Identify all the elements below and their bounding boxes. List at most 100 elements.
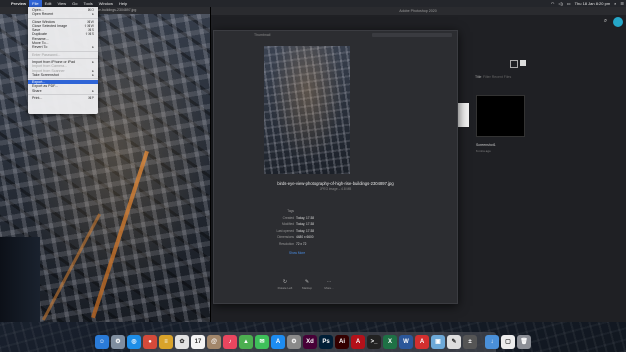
recent-file-name: Screenshot1 — [476, 143, 496, 147]
menu-help[interactable]: Help — [116, 0, 130, 7]
file-menu-dropdown: Open... ⌘O Open Recent ▸ Close Window ⌘W Close… — [28, 7, 98, 114]
info-action-button[interactable]: ↻ Rotate Left — [274, 279, 296, 290]
menu-item-shortcut: ▸ — [92, 12, 94, 17]
chrome-icon[interactable]: ● — [143, 335, 157, 349]
volume-icon[interactable]: ◁) — [558, 0, 562, 7]
trash-icon[interactable]: 🗑 — [517, 335, 531, 349]
document-icon[interactable]: ▢ — [501, 335, 515, 349]
info-action-icon: ↻ — [282, 279, 288, 285]
file-menu-item[interactable]: Share ▸ — [28, 89, 98, 93]
menu-item-label: Enter Password... — [32, 52, 61, 57]
photoshop-title: Adobe Photoshop 2020 — [210, 7, 626, 15]
file-info-panel: Thumbnail birds-eye-view-photography-of-… — [213, 30, 458, 304]
file-menu-item[interactable]: Revert To ▸ — [28, 45, 98, 49]
launchpad-icon[interactable]: ⚙ — [111, 335, 125, 349]
menu-go[interactable]: Go — [69, 0, 80, 7]
menu-file[interactable]: File — [29, 0, 42, 7]
menu-item-label: Share — [32, 88, 42, 93]
calendar-icon[interactable]: 17 — [191, 335, 205, 349]
menu-view[interactable]: View — [54, 0, 69, 7]
menu-edit[interactable]: Edit — [42, 0, 55, 7]
finder-icon[interactable]: ☺ — [95, 335, 109, 349]
calculator-icon[interactable]: ± — [463, 335, 477, 349]
menu-item-label: Revert To — [32, 45, 48, 50]
notes-icon[interactable]: ≡ — [159, 335, 173, 349]
info-row-key: Modified — [281, 222, 294, 226]
list-view-icon[interactable] — [510, 60, 518, 68]
file-menu-item[interactable]: Take Screenshot ▸ — [28, 73, 98, 77]
info-row-value: Today, 17:38 — [296, 222, 315, 226]
info-row-key: Last opened — [276, 228, 294, 233]
title-sort-label[interactable]: Title — [475, 75, 481, 79]
textedit-icon[interactable]: ✎ — [447, 335, 461, 349]
menu-separator — [28, 94, 98, 96]
menu-item-shortcut: ⌘P — [88, 96, 94, 101]
pdf-reader-icon[interactable]: A — [415, 335, 429, 349]
messages-icon[interactable]: ✉ — [255, 335, 269, 349]
file-menu-item: Enter Password... — [28, 53, 98, 57]
preview-icon[interactable]: ▣ — [431, 335, 445, 349]
filter-input[interactable]: Filter Recent Files — [483, 75, 511, 79]
image-preview — [264, 46, 350, 174]
notification-center-icon[interactable]: ☰ — [620, 0, 624, 7]
info-row: Last opened Today, 17:38 — [274, 229, 394, 233]
info-action-button[interactable]: ✎ Markup — [296, 279, 318, 290]
maps-icon[interactable]: ▲ — [239, 335, 253, 349]
menu-separator — [28, 78, 98, 80]
adobe-xd-icon[interactable]: Xd — [303, 335, 317, 349]
clock[interactable]: Thu 18 Jan 8:20 pm — [575, 0, 611, 7]
menu-item-label: Take Screenshot — [32, 72, 59, 77]
info-action-icon: ✎ — [304, 279, 310, 285]
menu-item-label: Print... — [32, 96, 43, 101]
info-row-value: Today, 17:38 — [296, 215, 315, 220]
menu-separator — [28, 57, 98, 59]
downloads-icon[interactable]: ↓ — [485, 335, 499, 349]
menu-separator — [28, 17, 98, 19]
wifi-icon[interactable]: ◠ — [551, 0, 555, 7]
waterfront — [0, 237, 40, 322]
menu-separator — [28, 50, 98, 52]
file-menu-item[interactable]: Open Recent ▸ — [28, 12, 98, 16]
excel-icon[interactable]: X — [383, 335, 397, 349]
word-icon[interactable]: W — [399, 335, 413, 349]
recent-file-thumbnail[interactable] — [476, 95, 525, 137]
app-store-icon[interactable]: A — [271, 335, 285, 349]
menu-item-shortcut: ⇧⌘S — [84, 32, 94, 37]
menu-window[interactable]: Window — [96, 0, 116, 7]
menu-app-name[interactable]: Preview — [8, 0, 29, 7]
info-action-label: Rotate Left — [277, 286, 293, 290]
status-area: ◠ ◁) ▭ Thu 18 Jan 8:20 pm ⌕ ☰ — [551, 0, 624, 7]
illustrator-icon[interactable]: Ai — [335, 335, 349, 349]
search-icon[interactable]: ⌕ — [601, 17, 610, 26]
profile-avatar[interactable] — [613, 17, 623, 27]
photoshop-icon[interactable]: Ps — [319, 335, 333, 349]
photos-icon[interactable]: ✿ — [175, 335, 189, 349]
show-more-link[interactable]: Show More — [289, 251, 305, 255]
info-action-icon: ⋯ — [326, 279, 332, 285]
info-search-field[interactable] — [372, 33, 452, 37]
itunes-icon[interactable]: ♪ — [223, 335, 237, 349]
info-action-label: More... — [324, 286, 334, 290]
info-row-key: Dimensions — [277, 235, 294, 239]
acrobat-icon[interactable]: A — [351, 335, 365, 349]
dock: ☺ ⚙ ◎ ● ≡ ✿ 17 @ ♪ ▲ ✉ A ⚙ Xd Ps Ai A >_ X W A ▣ ✎ ± ↓ ▢ 🗑 — [95, 332, 531, 352]
system-preferences-icon[interactable]: ⚙ — [287, 335, 301, 349]
info-file-type: JPEG image – 4.8 MB — [319, 187, 352, 191]
info-row: Dimensions 4480 x 6600 — [274, 235, 394, 239]
info-row: Created Today, 17:38 — [274, 216, 394, 220]
safari-icon[interactable]: ◎ — [127, 335, 141, 349]
info-row: Modified Today, 17:38 — [274, 222, 394, 226]
info-row-value: 4480 x 6600 — [296, 235, 314, 239]
grid-view-icon[interactable] — [520, 60, 526, 66]
file-menu-item[interactable]: Print... ⌘P — [28, 96, 98, 100]
info-row-value: Today, 17:38 — [296, 228, 315, 233]
contacts-icon[interactable]: @ — [207, 335, 221, 349]
menu-item-shortcut: ▸ — [92, 45, 94, 50]
menu-tools[interactable]: Tools — [80, 0, 95, 7]
info-action-button[interactable]: ⋯ More... — [318, 279, 340, 290]
terminal-icon[interactable]: >_ — [367, 335, 381, 349]
battery-icon[interactable]: ▭ — [567, 0, 571, 7]
menu-bar: Preview File Edit View Go Tools Window H… — [0, 0, 626, 7]
search-spotlight-icon[interactable]: ⌕ — [614, 0, 616, 7]
info-row-value: 72 x 72 — [296, 241, 307, 246]
